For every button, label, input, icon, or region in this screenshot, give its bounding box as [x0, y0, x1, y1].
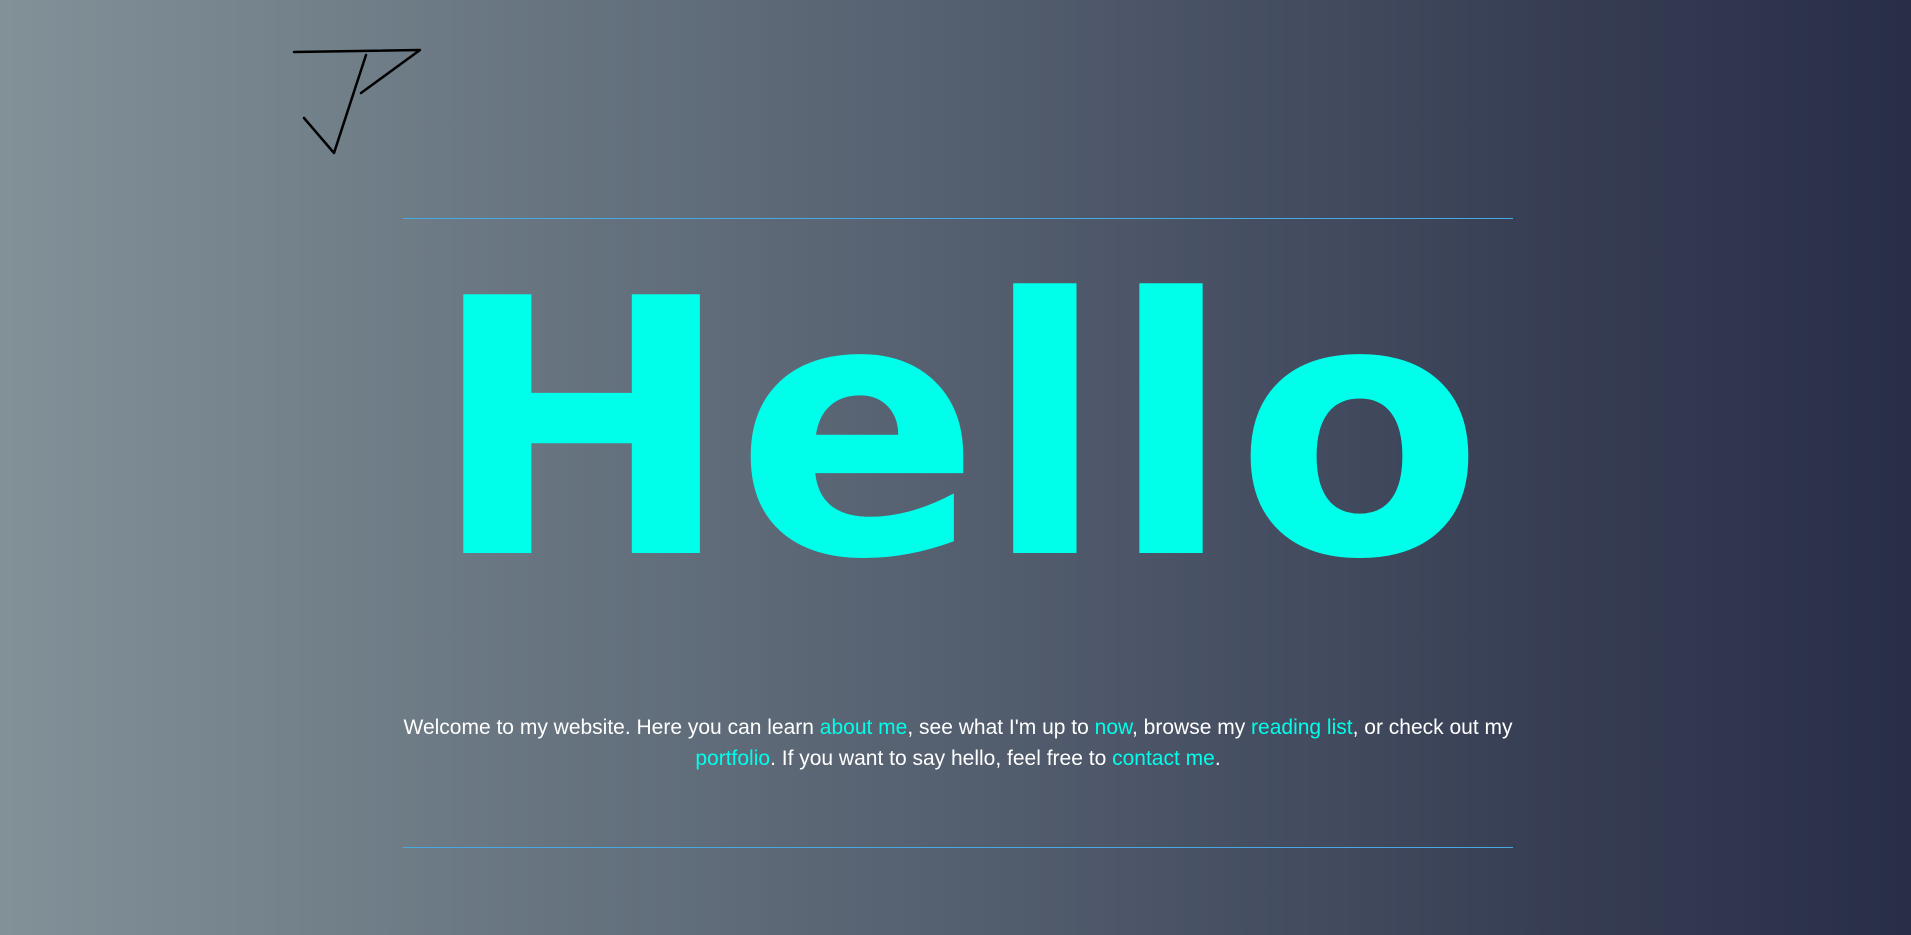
contact-me-link[interactable]: contact me [1112, 747, 1215, 770]
intro-text: , browse my [1132, 716, 1252, 739]
reading-list-link[interactable]: reading list [1251, 716, 1353, 739]
now-link[interactable]: now [1095, 716, 1132, 739]
intro-text: Welcome to my website. Here you can lear… [403, 716, 820, 739]
intro-text: , see what I'm up to [907, 716, 1095, 739]
bottom-divider [403, 847, 1513, 848]
intro-paragraph: Welcome to my website. Here you can lear… [403, 712, 1513, 774]
jp-logo-icon[interactable] [290, 45, 425, 157]
intro-text: , or check out my [1352, 716, 1513, 739]
portfolio-link[interactable]: portfolio [695, 747, 770, 770]
intro-text: . If you want to say hello, feel free to [770, 747, 1113, 770]
intro-text: . [1214, 747, 1221, 770]
about-me-link[interactable]: about me [820, 716, 908, 739]
hero-heading: Hello [430, 222, 1486, 637]
top-divider [403, 218, 1513, 219]
